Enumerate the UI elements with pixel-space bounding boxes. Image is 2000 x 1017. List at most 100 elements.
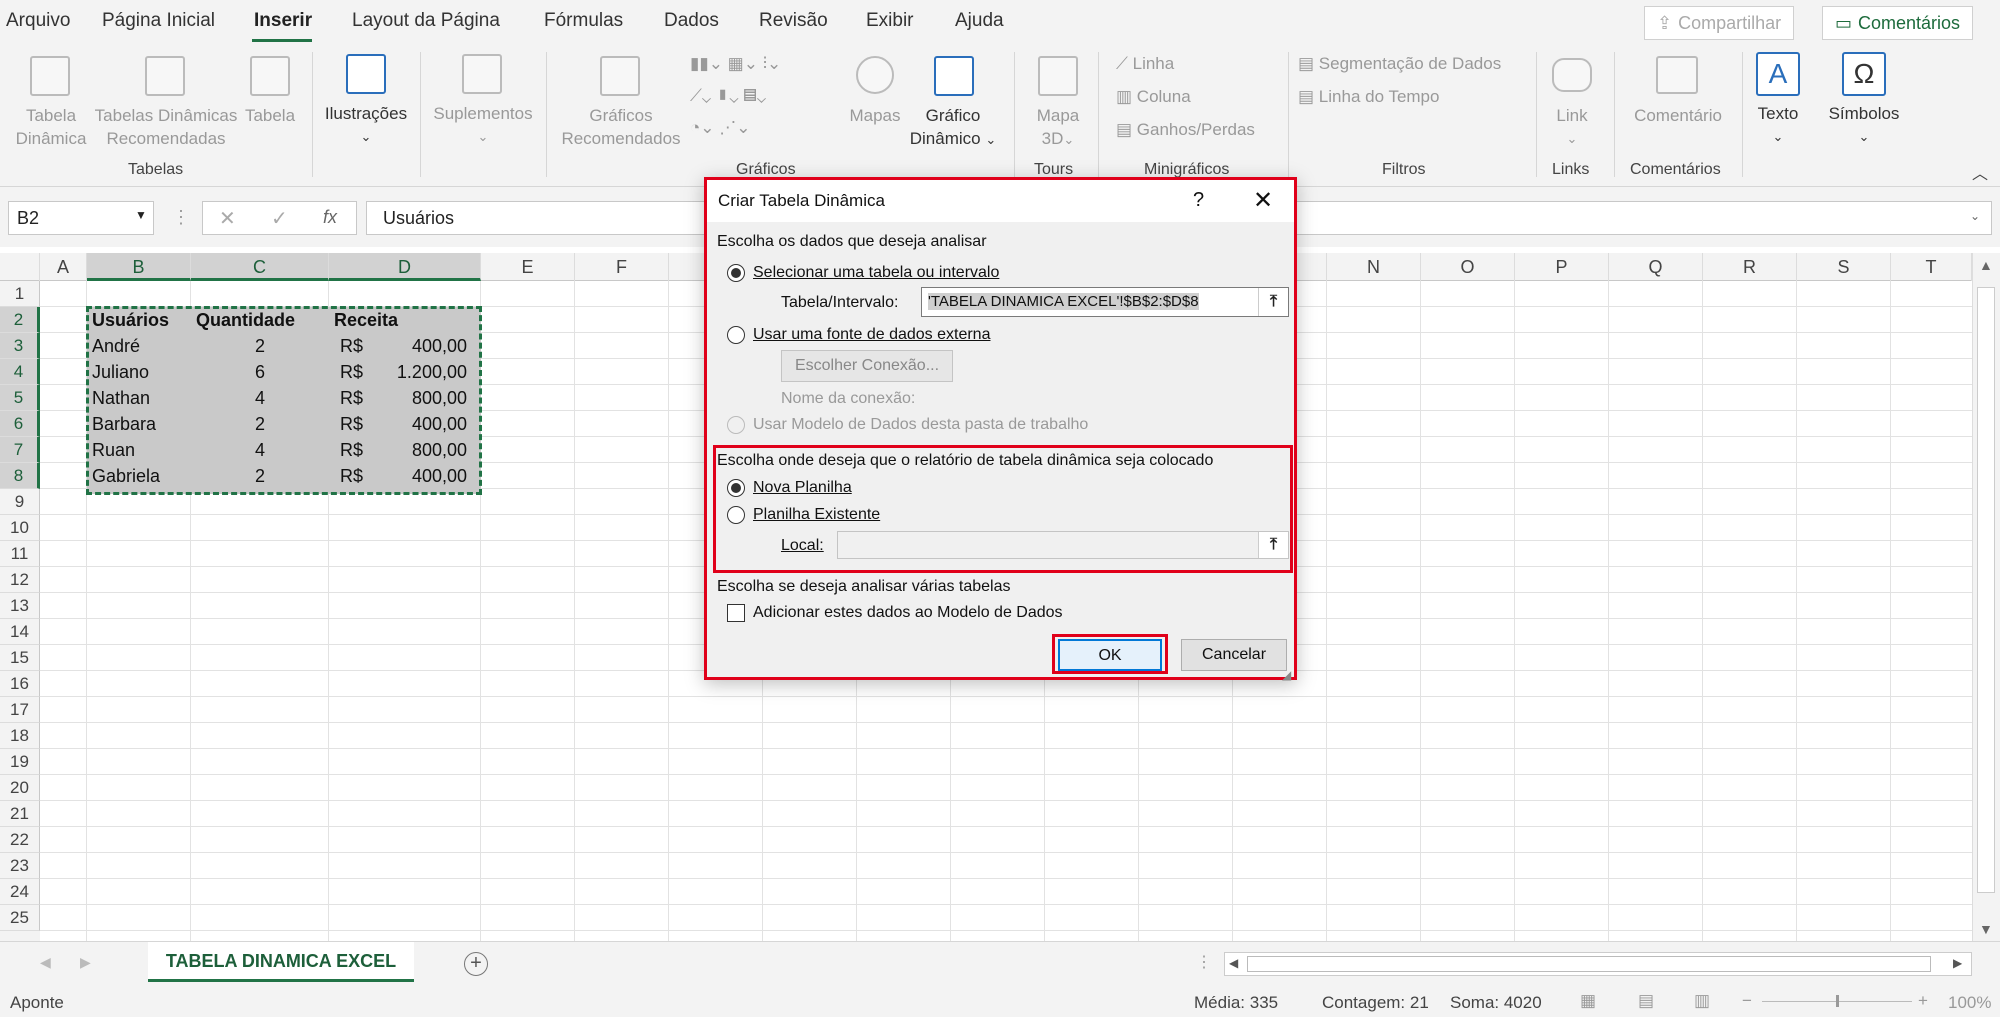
column-header[interactable]: D — [329, 253, 481, 281]
slicer-button[interactable]: ▤ Segmentação de Dados — [1298, 54, 1501, 74]
range-input[interactable]: 'TABELA DINAMICA EXCEL'!$B$2:$D$8 ⤒ — [921, 287, 1289, 317]
scroll-thumb[interactable] — [1977, 287, 1995, 893]
link-button[interactable]: Link ⌄ — [1548, 104, 1596, 150]
tab-arquivo[interactable]: Arquivo — [6, 10, 70, 32]
column-header[interactable]: R — [1703, 253, 1797, 281]
column-header[interactable]: A — [40, 253, 87, 281]
next-sheet-icon[interactable]: ▶ — [80, 954, 91, 971]
label-add-data-model[interactable]: Adicionar estes dados ao Modelo de Dados — [753, 604, 1063, 622]
row-header[interactable]: 23 — [0, 853, 40, 879]
page-layout-icon[interactable]: ▤ — [1638, 991, 1654, 1011]
sparkline-line-button[interactable]: ⟋ Linha — [1116, 54, 1174, 74]
fx-icon[interactable]: fx — [323, 207, 337, 228]
row-header[interactable]: 20 — [0, 775, 40, 801]
pivot-chart-button[interactable]: Gráfico Dinâmico ⌄ — [906, 104, 1000, 151]
column-header[interactable]: Q — [1609, 253, 1703, 281]
column-header[interactable]: C — [191, 253, 329, 281]
column-header[interactable]: S — [1797, 253, 1891, 281]
sparkline-column-button[interactable]: ▥ Coluna — [1116, 87, 1191, 107]
row-header[interactable]: 6 — [0, 411, 40, 437]
close-icon[interactable]: ✕ — [1253, 186, 1273, 215]
collapse-range-icon[interactable]: ⤒ — [1258, 288, 1288, 316]
row-header[interactable]: 19 — [0, 749, 40, 775]
help-icon[interactable]: ? — [1193, 189, 1204, 212]
radio-external-source[interactable] — [727, 326, 745, 344]
h-scroll-thumb[interactable] — [1247, 956, 1931, 972]
row-header[interactable]: 16 — [0, 671, 40, 697]
row-header[interactable]: 25 — [0, 905, 40, 931]
column-header[interactable]: T — [1891, 253, 1972, 281]
radio-data-model[interactable] — [727, 416, 745, 434]
cancel-icon[interactable]: ✕ — [219, 206, 236, 231]
row-header[interactable]: 11 — [0, 541, 40, 567]
row-header[interactable]: 10 — [0, 515, 40, 541]
choose-connection-button[interactable]: Escolher Conexão... — [781, 350, 953, 382]
vertical-scrollbar[interactable]: ▲ ▼ — [1972, 253, 2000, 941]
row-header[interactable]: 13 — [0, 593, 40, 619]
row-header[interactable]: 24 — [0, 879, 40, 905]
row-header[interactable]: 1 — [0, 281, 40, 307]
collapse-range-icon[interactable]: ⤒ — [1258, 532, 1288, 558]
tab-inserir[interactable]: Inserir — [254, 10, 312, 32]
label-data-model[interactable]: Usar Modelo de Dados desta pasta de trab… — [753, 416, 1088, 434]
table-button[interactable]: Tabela — [242, 104, 298, 127]
row-header[interactable]: 7 — [0, 437, 40, 463]
comments-button[interactable]: ▭ Comentários — [1822, 6, 1974, 40]
tab-exibir[interactable]: Exibir — [866, 10, 914, 32]
column-header[interactable]: P — [1515, 253, 1609, 281]
radio-new-sheet[interactable] — [727, 479, 745, 497]
zoom-out-icon[interactable]: − — [1742, 991, 1752, 1011]
scroll-right-icon[interactable]: ▶ — [1953, 956, 1962, 970]
row-header[interactable]: 14 — [0, 619, 40, 645]
row-header[interactable]: 2 — [0, 307, 40, 333]
row-header[interactable]: 17 — [0, 697, 40, 723]
recommended-charts-button[interactable]: Gráficos Recomendados — [560, 104, 682, 150]
row-header[interactable]: 5 — [0, 385, 40, 411]
add-data-model-checkbox[interactable] — [727, 604, 745, 622]
sparkline-winloss-button[interactable]: ▤ Ganhos/Perdas — [1116, 120, 1255, 140]
label-new-sheet[interactable]: Nova Planilha — [753, 479, 852, 497]
column-header[interactable]: E — [481, 253, 575, 281]
add-sheet-icon[interactable]: + — [464, 952, 488, 976]
timeline-button[interactable]: ▤ Linha do Tempo — [1298, 87, 1439, 107]
column-header[interactable]: F — [575, 253, 669, 281]
pie-chart-icon[interactable]: ◔⌄ ⋰⌄ — [690, 118, 750, 138]
label-existing-sheet[interactable]: Planilha Existente — [753, 506, 880, 524]
row-header[interactable]: 4 — [0, 359, 40, 385]
resize-grip-icon[interactable]: ◢ — [1282, 668, 1291, 682]
row-header[interactable]: 3 — [0, 333, 40, 359]
local-input[interactable]: ⤒ — [837, 531, 1289, 559]
illustrations-button[interactable]: Ilustrações ⌄ — [322, 102, 410, 148]
radio-existing-sheet[interactable] — [727, 506, 745, 524]
line-chart-icon[interactable]: ⟋⌄ ▮⌄ ▤⌄ — [690, 86, 766, 106]
column-chart-icon[interactable]: ▮▮⌄ ▦⌄ ⫶⌄ — [690, 54, 781, 74]
radio-select-table[interactable] — [727, 264, 745, 282]
row-header[interactable]: 18 — [0, 723, 40, 749]
scroll-left-icon[interactable]: ◀ — [1229, 956, 1238, 970]
tab-pagina-inicial[interactable]: Página Inicial — [102, 10, 215, 32]
ok-button[interactable]: OK — [1058, 639, 1162, 671]
row-header[interactable]: 9 — [0, 489, 40, 515]
name-box[interactable]: B2 ▼ — [8, 201, 154, 235]
tab-dados[interactable]: Dados — [664, 10, 719, 32]
sheet-tab[interactable]: TABELA DINAMICA EXCEL — [148, 942, 414, 982]
label-external-source[interactable]: Usar uma fonte de dados externa — [753, 326, 990, 344]
label-select-table[interactable]: Selecionar uma tabela ou intervalo — [753, 264, 999, 282]
map3d-button[interactable]: Mapa 3D⌄ — [1026, 104, 1090, 151]
recommended-pivot-button[interactable]: Tabelas Dinâmicas Recomendadas — [94, 104, 238, 150]
zoom-slider-handle[interactable] — [1836, 995, 1839, 1007]
text-button[interactable]: Texto ⌄ — [1748, 102, 1808, 148]
tab-revisao[interactable]: Revisão — [759, 10, 828, 32]
row-header[interactable]: 22 — [0, 827, 40, 853]
cancel-button[interactable]: Cancelar — [1181, 639, 1287, 671]
maps-button[interactable]: Mapas — [842, 104, 908, 127]
pivot-table-button[interactable]: Tabela Dinâmica — [8, 104, 94, 150]
collapse-ribbon-icon[interactable]: ︿ — [1972, 160, 1988, 184]
column-header[interactable]: O — [1421, 253, 1515, 281]
comment-button[interactable]: Comentário — [1626, 104, 1730, 127]
row-header[interactable]: 15 — [0, 645, 40, 671]
column-header[interactable]: N — [1327, 253, 1421, 281]
check-icon[interactable]: ✓ — [271, 206, 288, 231]
row-header[interactable]: 8 — [0, 463, 40, 489]
addins-button[interactable]: Suplementos ⌄ — [428, 102, 538, 148]
